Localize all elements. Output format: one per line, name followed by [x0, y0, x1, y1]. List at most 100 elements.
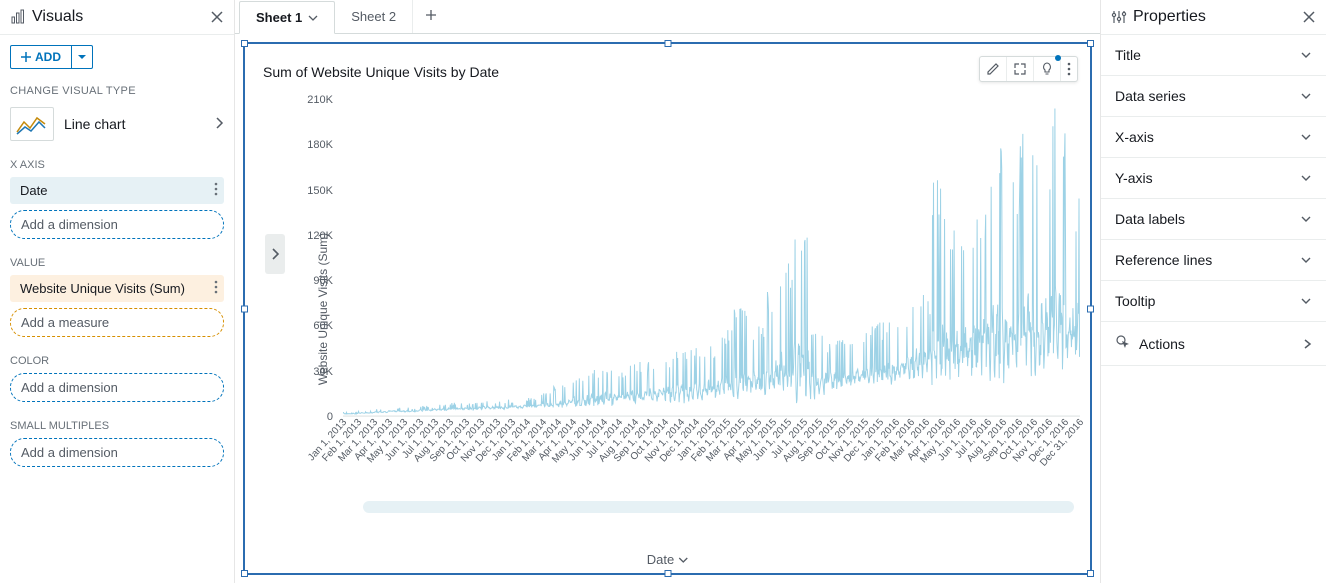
cursor-click-icon [1115, 334, 1131, 353]
tab-label: Sheet 1 [256, 10, 302, 25]
xaxis-section-label: X AXIS [10, 159, 224, 171]
y-tick-label: 120K [307, 230, 333, 242]
property-data-labels[interactable]: Data labels [1101, 199, 1326, 240]
properties-list: Title Data series X-axis Y-axisData labelsR… [1101, 35, 1326, 322]
property-item-label: Data series [1115, 88, 1300, 104]
x-axis-ticks: Jan 1, 2013Feb 1, 2013Mar 1, 2013Apr 1, … [343, 417, 1080, 493]
chart-plot-area: 030K60K90K120K150K180K210K Jan 1, 2013Fe… [293, 96, 1084, 537]
chevron-right-icon [271, 247, 280, 261]
chevron-down-icon [1300, 255, 1312, 265]
xaxis-field-pill[interactable]: Date [10, 177, 224, 204]
close-visuals-panel[interactable] [210, 10, 224, 24]
properties-panel: Properties Title Data series X-axis Y-axisD… [1100, 0, 1326, 583]
property-tooltip[interactable]: Tooltip [1101, 281, 1326, 322]
caret-down-icon [78, 53, 86, 61]
resize-handle-se[interactable] [1087, 570, 1094, 577]
value-add-measure[interactable]: Add a measure [10, 308, 224, 337]
visuals-panel-title: Visuals [10, 8, 210, 26]
notification-dot [1055, 55, 1061, 61]
xaxis-field-name: Date [20, 183, 47, 198]
xaxis-add-dimension[interactable]: Add a dimension [10, 210, 224, 239]
chevron-down-icon [1300, 214, 1312, 224]
add-visual-button[interactable]: ADD [10, 45, 72, 69]
y-tick-label: 30K [313, 366, 333, 378]
y-tick-label: 180K [307, 139, 333, 151]
add-visual-dropdown[interactable] [72, 45, 93, 69]
chart-toolbar [979, 56, 1078, 82]
dots-vertical-icon [1067, 62, 1071, 76]
chevron-right-icon [1302, 337, 1312, 351]
property-y-axis[interactable]: Y-axis [1101, 158, 1326, 199]
resize-handle-sw[interactable] [241, 570, 248, 577]
property-x-axis[interactable]: X-axis [1101, 117, 1326, 158]
tab-sheet1[interactable]: Sheet 1 [239, 1, 335, 34]
chart-more-menu[interactable] [1061, 57, 1077, 81]
property-actions[interactable]: Actions [1101, 322, 1326, 366]
value-field-name: Website Unique Visits (Sum) [20, 281, 185, 296]
chevron-down-icon [1300, 132, 1312, 142]
property-reference-lines[interactable]: Reference lines [1101, 240, 1326, 281]
resize-handle-e[interactable] [1087, 305, 1094, 312]
x-axis-label[interactable]: Date [647, 552, 688, 567]
tab-sheet2[interactable]: Sheet 2 [335, 0, 413, 33]
value-field-menu[interactable] [214, 280, 218, 297]
sheet-tabs: Sheet 1 Sheet 2 [235, 0, 1100, 34]
xaxis-field-menu[interactable] [214, 182, 218, 199]
chevron-down-icon [1300, 91, 1312, 101]
change-visual-type-label: CHANGE VISUAL TYPE [0, 79, 234, 103]
resize-handle-nw[interactable] [241, 40, 248, 47]
property-item-label: Actions [1139, 336, 1302, 352]
y-tick-label: 150K [307, 185, 333, 197]
tab-label: Sheet 2 [351, 9, 396, 24]
resize-handle-n[interactable] [664, 40, 671, 47]
y-tick-label: 60K [313, 320, 333, 332]
y-tick-label: 90K [313, 275, 333, 287]
line-chart-thumb-icon [10, 107, 54, 141]
resize-handle-w[interactable] [241, 305, 248, 312]
small-multiples-section-label: SMALL MULTIPLES [10, 420, 224, 432]
bar-chart-icon [10, 9, 26, 25]
insights-button[interactable] [1034, 57, 1061, 81]
resize-handle-s[interactable] [664, 570, 671, 577]
property-item-label: X-axis [1115, 129, 1300, 145]
chevron-right-icon [214, 116, 224, 133]
visual-frame[interactable]: Sum of Website Unique Visits by Date [243, 42, 1092, 575]
chevron-down-icon [1300, 50, 1312, 60]
chart-title: Sum of Website Unique Visits by Date [245, 44, 1090, 80]
pencil-icon [986, 62, 1000, 76]
value-section-label: VALUE [10, 257, 224, 269]
chart-scrollbar[interactable] [363, 501, 1074, 513]
property-data-series[interactable]: Data series [1101, 76, 1326, 117]
property-item-label: Title [1115, 47, 1300, 63]
lightbulb-icon [1040, 62, 1054, 76]
property-item-label: Tooltip [1115, 293, 1300, 309]
dots-vertical-icon [214, 182, 218, 196]
small-multiples-add-dimension[interactable]: Add a dimension [10, 438, 224, 467]
data-series-line [343, 108, 1080, 414]
close-icon [210, 10, 224, 24]
property-title[interactable]: Title [1101, 35, 1326, 76]
properties-panel-title: Properties [1111, 8, 1302, 26]
y-tick-label: 0 [327, 411, 333, 423]
plot-surface [343, 100, 1080, 417]
chevron-down-icon [678, 555, 688, 565]
add-sheet-button[interactable] [413, 8, 449, 26]
chevron-down-icon [308, 13, 318, 23]
chevron-down-icon [1300, 296, 1312, 306]
plus-icon [425, 9, 437, 21]
visuals-panel: Visuals ADD CHANGE VISUAL TYPE Line char… [0, 0, 235, 583]
resize-handle-ne[interactable] [1087, 40, 1094, 47]
expand-icon [1013, 62, 1027, 76]
sliders-icon [1111, 9, 1127, 25]
expand-chart-button[interactable] [1007, 57, 1034, 81]
plus-icon [21, 52, 31, 62]
edit-chart-button[interactable] [980, 57, 1007, 81]
canvas-area: Sheet 1 Sheet 2 Sum of Website Unique Vi [235, 0, 1100, 583]
chart-nav-left[interactable] [265, 234, 285, 274]
value-field-pill[interactable]: Website Unique Visits (Sum) [10, 275, 224, 302]
dots-vertical-icon [214, 280, 218, 294]
visual-type-name: Line chart [64, 116, 214, 132]
close-properties-panel[interactable] [1302, 10, 1316, 24]
color-add-dimension[interactable]: Add a dimension [10, 373, 224, 402]
visual-type-selector[interactable]: Line chart [0, 103, 234, 155]
